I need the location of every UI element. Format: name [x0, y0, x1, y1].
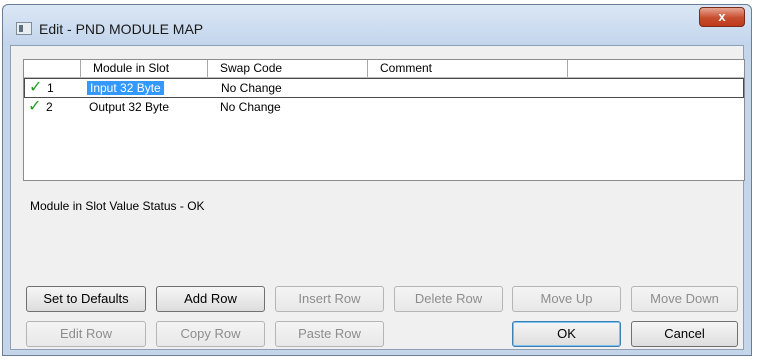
module-grid[interactable]: Module in Slot Swap Code Comment ✓ 1 Inp…	[23, 59, 745, 181]
row-index: 1	[47, 81, 54, 95]
swap-code-cell[interactable]: No Change	[221, 79, 282, 97]
checkmark-icon: ✓	[28, 98, 42, 115]
cancel-button[interactable]: Cancel	[631, 321, 738, 347]
table-row[interactable]: ✓ 2 Output 32 Byte No Change	[24, 98, 744, 118]
move-up-button[interactable]: Move Up	[512, 286, 621, 312]
delete-row-button[interactable]: Delete Row	[394, 286, 503, 312]
app-window-icon	[16, 22, 32, 35]
swap-code-cell[interactable]: No Change	[220, 98, 281, 116]
module-cell[interactable]: Input 32 Byte	[87, 81, 164, 95]
column-header-swap-code[interactable]: Swap Code	[208, 60, 368, 77]
move-down-button[interactable]: Move Down	[631, 286, 738, 312]
column-header-comment[interactable]: Comment	[368, 60, 568, 77]
paste-row-button[interactable]: Paste Row	[275, 321, 384, 347]
edit-row-button[interactable]: Edit Row	[26, 321, 146, 347]
row-index: 2	[46, 100, 53, 114]
close-button[interactable]: x	[699, 7, 745, 27]
title-bar[interactable]: Edit - PND MODULE MAP x	[3, 5, 751, 45]
column-header-module[interactable]: Module in Slot	[81, 60, 208, 77]
dialog-client-area: Module in Slot Swap Code Comment ✓ 1 Inp…	[10, 45, 745, 350]
dialog-window: Edit - PND MODULE MAP x Module in Slot S…	[2, 4, 752, 356]
ok-button[interactable]: OK	[512, 321, 621, 347]
checkmark-icon: ✓	[29, 79, 43, 96]
copy-row-button[interactable]: Copy Row	[156, 321, 265, 347]
insert-row-button[interactable]: Insert Row	[275, 286, 384, 312]
window-title: Edit - PND MODULE MAP	[39, 21, 204, 37]
column-header-index[interactable]	[24, 60, 81, 77]
add-row-button[interactable]: Add Row	[156, 286, 265, 312]
grid-header: Module in Slot Swap Code Comment	[24, 60, 744, 78]
column-header-extra	[568, 60, 744, 77]
module-cell[interactable]: Output 32 Byte	[89, 98, 169, 116]
status-text: Module in Slot Value Status - OK	[30, 199, 205, 213]
set-to-defaults-button[interactable]: Set to Defaults	[26, 286, 146, 312]
table-row[interactable]: ✓ 1 Input 32 Byte No Change	[24, 78, 744, 98]
